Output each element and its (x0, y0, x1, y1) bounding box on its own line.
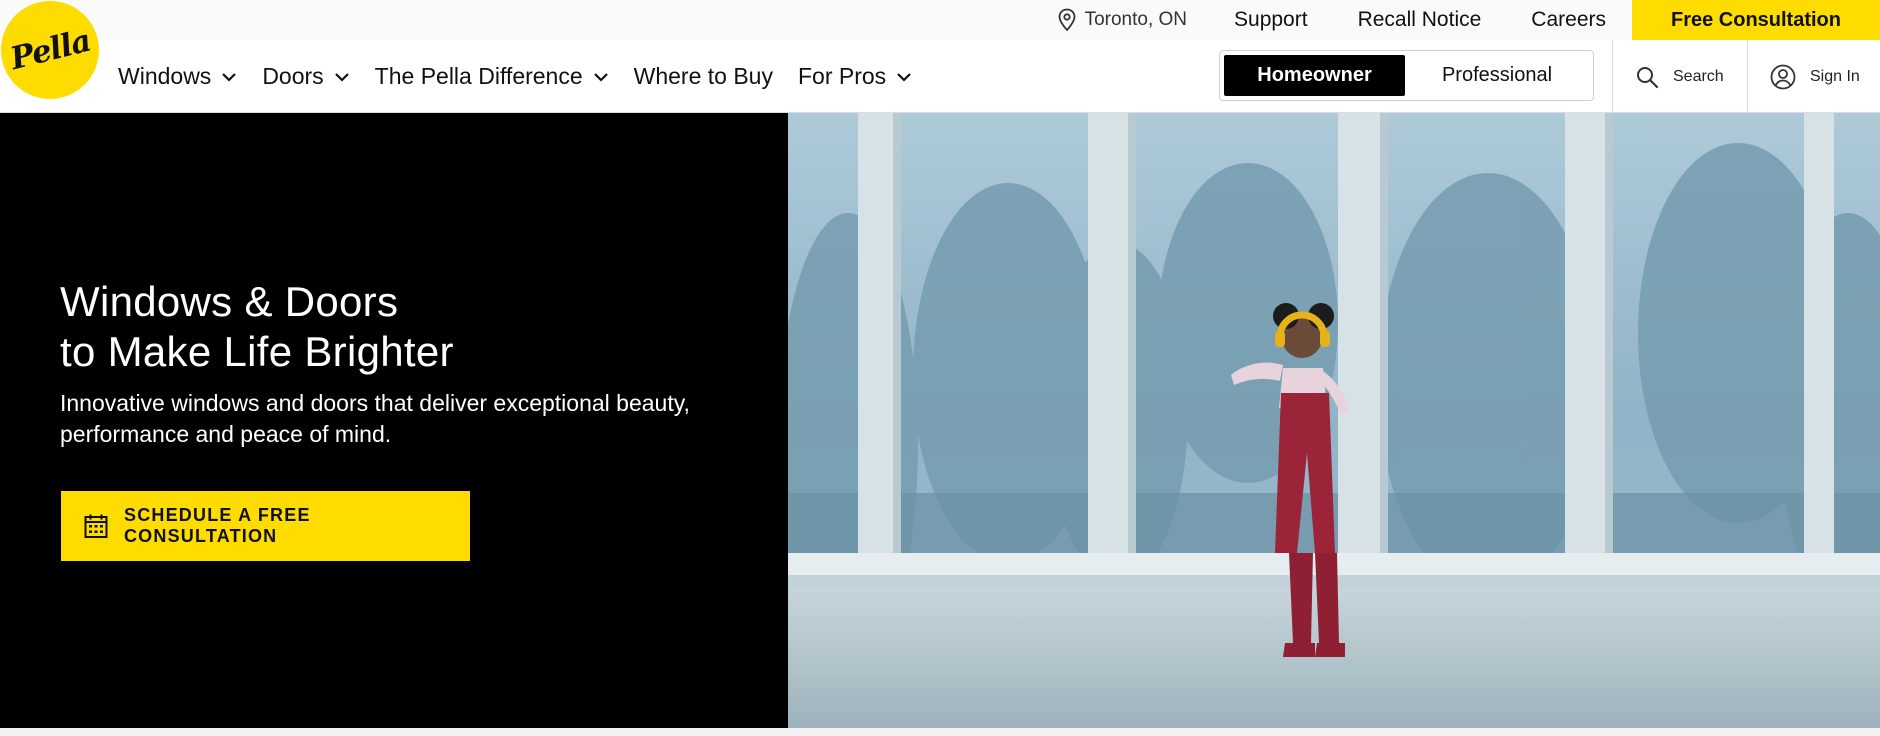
user-account-icon (1770, 64, 1796, 89)
nav-links: Windows Doors The Pella Difference Where… (118, 40, 937, 113)
hero-title-line-1: Windows & Doors (60, 278, 399, 325)
nav-item-windows[interactable]: Windows (118, 63, 237, 90)
chevron-down-icon (593, 72, 608, 82)
search-label: Search (1673, 67, 1724, 85)
calendar-icon (84, 514, 108, 538)
recall-notice-link[interactable]: Recall Notice (1333, 0, 1507, 40)
homeowner-toggle-button[interactable]: Homeowner (1224, 55, 1405, 96)
chevron-down-icon (222, 72, 237, 82)
nav-item-doors[interactable]: Doors (262, 63, 349, 90)
nav-item-for-pros[interactable]: For Pros (798, 63, 912, 90)
logo-text: Pella (6, 22, 94, 78)
hero-video-still[interactable] (788, 113, 1880, 728)
chevron-down-icon (334, 72, 349, 82)
hero-section: Windows & Doors to Make Life Brighter In… (0, 113, 1880, 728)
nav-item-label: Where to Buy (633, 63, 773, 89)
schedule-consultation-label: SCHEDULE A FREE CONSULTATION (123, 505, 311, 546)
pella-logo[interactable]: Pella (1, 1, 99, 99)
location-label: Toronto, ON (1084, 9, 1188, 30)
nav-item-label: Doors (262, 63, 324, 89)
sign-in-button[interactable]: Sign In (1770, 40, 1860, 113)
hero-text-panel: Windows & Doors to Make Life Brighter In… (0, 113, 788, 728)
hero-title: Windows & Doors to Make Life Brighter (60, 277, 760, 377)
main-nav: Windows Doors The Pella Difference Where… (0, 40, 1880, 113)
nav-divider (1747, 40, 1748, 113)
page-bottom-edge (0, 728, 1880, 736)
schedule-consultation-button[interactable]: SCHEDULE A FREE CONSULTATION (61, 491, 470, 561)
free-consultation-button[interactable]: Free Consultation (1632, 0, 1880, 40)
audience-toggle: Homeowner Professional (1219, 50, 1594, 101)
chevron-down-icon (897, 72, 911, 82)
hero-subtitle: Innovative windows and doors that delive… (60, 390, 690, 447)
nav-item-label: Windows (118, 63, 212, 89)
utility-bar: Toronto, ON Support Recall Notice Career… (0, 0, 1880, 40)
sign-in-label: Sign In (1810, 67, 1860, 85)
careers-link[interactable]: Careers (1506, 0, 1632, 40)
professional-toggle-button[interactable]: Professional (1405, 55, 1589, 96)
nav-item-pella-difference[interactable]: The Pella Difference (375, 63, 609, 90)
hero-title-line-2: to Make Life Brighter (60, 328, 454, 375)
nav-item-label: The Pella Difference (374, 63, 583, 89)
location-selector[interactable]: Toronto, ON (1032, 0, 1209, 40)
search-button[interactable]: Search (1635, 40, 1724, 113)
support-link[interactable]: Support (1209, 0, 1333, 40)
location-pin-icon (1058, 8, 1075, 32)
search-icon (1637, 66, 1659, 88)
nav-item-label: For Pros (797, 63, 887, 89)
nav-item-where-to-buy[interactable]: Where to Buy (634, 63, 773, 90)
nav-divider (1612, 40, 1613, 113)
hero-video-still-image (788, 113, 1880, 728)
